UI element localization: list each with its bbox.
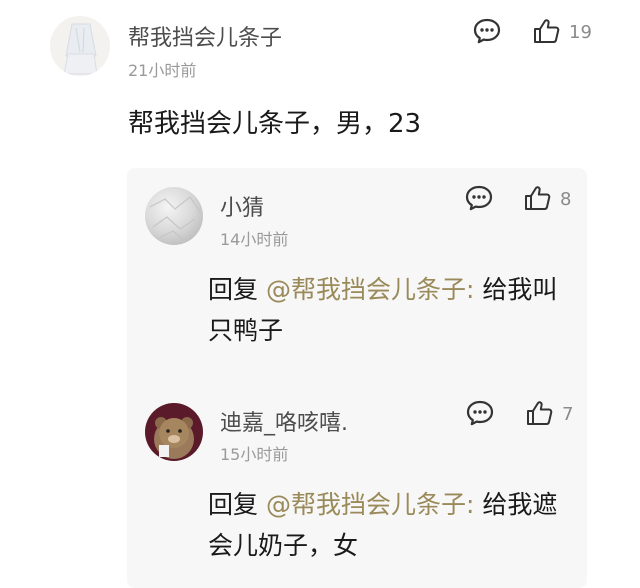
reply-text-continued: 会儿奶子，女: [208, 531, 359, 560]
like-count: 19: [569, 22, 592, 43]
avatar[interactable]: [145, 403, 203, 461]
avatar[interactable]: [145, 187, 203, 245]
comment-icon[interactable]: [473, 18, 501, 44]
like-count: 8: [560, 189, 572, 210]
reply-text: 回复 @帮我挡会儿条子: 给我叫: [208, 270, 568, 310]
username[interactable]: 迪嘉_咯咳嘻.: [220, 405, 348, 437]
reply-label: 回复: [208, 490, 266, 519]
comment-icon[interactable]: [466, 400, 494, 426]
comment-text: 帮我挡会儿条子，男，23: [128, 109, 422, 139]
timestamp: 15小时前: [220, 445, 289, 464]
reply-text: 回复 @帮我挡会儿条子: 给我遮: [208, 485, 568, 525]
username[interactable]: 小猜: [220, 190, 264, 222]
reply-label: 回复: [208, 275, 266, 304]
comment-icon[interactable]: [465, 185, 493, 211]
reply-body: 给我遮: [474, 490, 558, 519]
mention-link[interactable]: @帮我挡会儿条子:: [266, 490, 474, 519]
timestamp: 14小时前: [220, 230, 289, 249]
reply-body: 给我叫: [474, 275, 558, 304]
like-count: 7: [562, 404, 574, 425]
thumbs-up-icon[interactable]: [524, 185, 552, 211]
timestamp: 21小时前: [128, 61, 197, 80]
thumbs-up-icon[interactable]: [526, 400, 554, 426]
avatar[interactable]: [50, 16, 110, 76]
mention-link[interactable]: @帮我挡会儿条子:: [266, 275, 474, 304]
thumbs-up-icon[interactable]: [533, 18, 561, 44]
username[interactable]: 帮我挡会儿条子: [128, 20, 282, 52]
reply-text-continued: 只鸭子: [208, 316, 284, 345]
